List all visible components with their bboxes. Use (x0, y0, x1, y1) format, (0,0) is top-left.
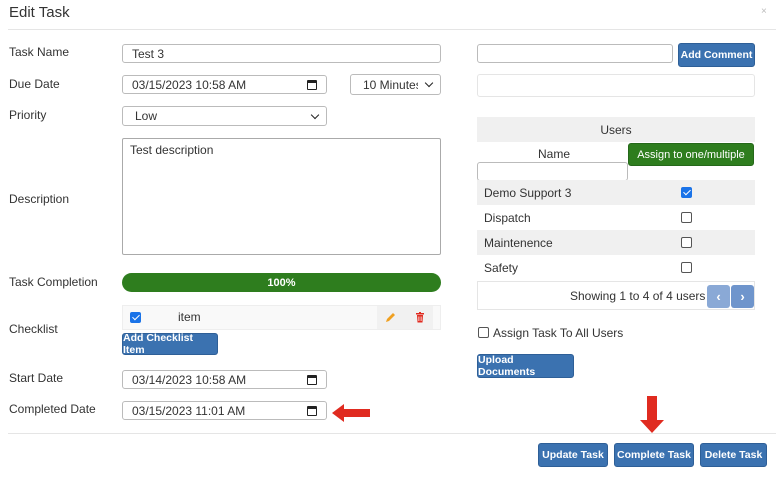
calendar-icon[interactable] (307, 374, 317, 385)
task-name-input[interactable]: Test 3 (122, 44, 441, 63)
user-name: Demo Support 3 (484, 185, 572, 200)
add-checklist-item-button[interactable]: Add Checklist Item (122, 332, 218, 356)
add-comment-button[interactable]: Add Comment (678, 43, 755, 67)
completed-date-input[interactable]: 03/15/2023 11:01 AM (122, 401, 327, 420)
chevron-down-icon (424, 78, 434, 88)
modal-title: Edit Task (9, 4, 70, 21)
chevron-down-icon (310, 110, 320, 119)
priority-select[interactable]: Low (122, 106, 327, 126)
pencil-icon[interactable] (385, 312, 396, 323)
upload-documents-button[interactable]: Upload Documents (477, 354, 574, 378)
due-date-label: Due Date (9, 77, 60, 91)
assign-users-button[interactable]: Assign to one/multiple (628, 143, 754, 166)
description-label: Description (9, 192, 70, 206)
user-checkbox[interactable] (681, 262, 692, 273)
due-date-input[interactable]: 03/15/2023 10:58 AM (122, 75, 327, 94)
task-completion-progress: 100% (122, 273, 441, 292)
pager-info: Showing 1 to 4 of 4 users (570, 289, 706, 303)
assign-all-checkbox[interactable] (478, 327, 489, 338)
task-completion-label: Task Completion (9, 275, 98, 289)
comment-input[interactable] (477, 44, 673, 63)
user-name: Maintenence (484, 235, 553, 250)
user-name: Dispatch (484, 210, 531, 225)
checklist-item-checkbox[interactable] (130, 312, 141, 323)
delete-task-button[interactable]: Delete Task (700, 443, 767, 467)
checklist-item: item (122, 305, 441, 330)
start-date-value: 03/14/2023 10:58 AM (132, 372, 247, 387)
calendar-icon[interactable] (307, 405, 317, 416)
users-table: Users Name Assign to one/multiple Demo S… (477, 117, 755, 275)
comments-list (477, 74, 755, 97)
completed-date-label: Completed Date (9, 402, 96, 416)
complete-task-button[interactable]: Complete Task (614, 443, 694, 467)
annotation-arrow-down-icon (640, 396, 664, 433)
assign-all-label: Assign Task To All Users (493, 326, 624, 340)
progress-fill: 100% (122, 273, 441, 292)
update-task-button[interactable]: Update Task (538, 443, 608, 467)
header-divider (8, 29, 776, 30)
table-row: Demo Support 3 (477, 180, 755, 205)
users-rows: Demo Support 3 Dispatch Maintenence Safe… (477, 180, 755, 280)
table-row: Maintenence (477, 230, 755, 255)
user-checkbox[interactable] (681, 187, 692, 198)
user-checkbox[interactable] (681, 237, 692, 248)
priority-value: Low (135, 109, 158, 123)
due-date-value: 03/15/2023 10:58 AM (132, 77, 247, 92)
users-header: Users (477, 117, 755, 142)
name-column-header: Name (538, 147, 571, 161)
name-filter-input[interactable] (477, 162, 628, 181)
start-date-input[interactable]: 03/14/2023 10:58 AM (122, 370, 327, 389)
trash-icon[interactable] (415, 312, 425, 323)
user-name: Safety (484, 260, 519, 275)
checklist-label: Checklist (9, 322, 58, 336)
table-row: Dispatch (477, 205, 755, 230)
task-name-label: Task Name (9, 45, 70, 59)
checklist-item-text: item (178, 310, 201, 324)
completed-date-value: 03/15/2023 11:01 AM (132, 403, 246, 418)
description-textarea[interactable]: Test description (122, 138, 441, 255)
footer-divider (8, 433, 776, 434)
table-row: Safety (477, 255, 755, 280)
pager-next-button[interactable]: › (731, 285, 754, 308)
user-checkbox[interactable] (681, 212, 692, 223)
calendar-icon[interactable] (307, 79, 317, 90)
start-date-label: Start Date (9, 371, 64, 385)
task-name-value: Test 3 (132, 46, 165, 61)
close-icon[interactable]: × (761, 6, 767, 17)
reminder-value: 10 Minutes (363, 77, 418, 92)
reminder-select[interactable]: 10 Minutes (350, 74, 441, 95)
pager-prev-button[interactable]: ‹ (707, 285, 730, 308)
annotation-arrow-left-icon (332, 404, 370, 422)
priority-label: Priority (9, 108, 47, 122)
